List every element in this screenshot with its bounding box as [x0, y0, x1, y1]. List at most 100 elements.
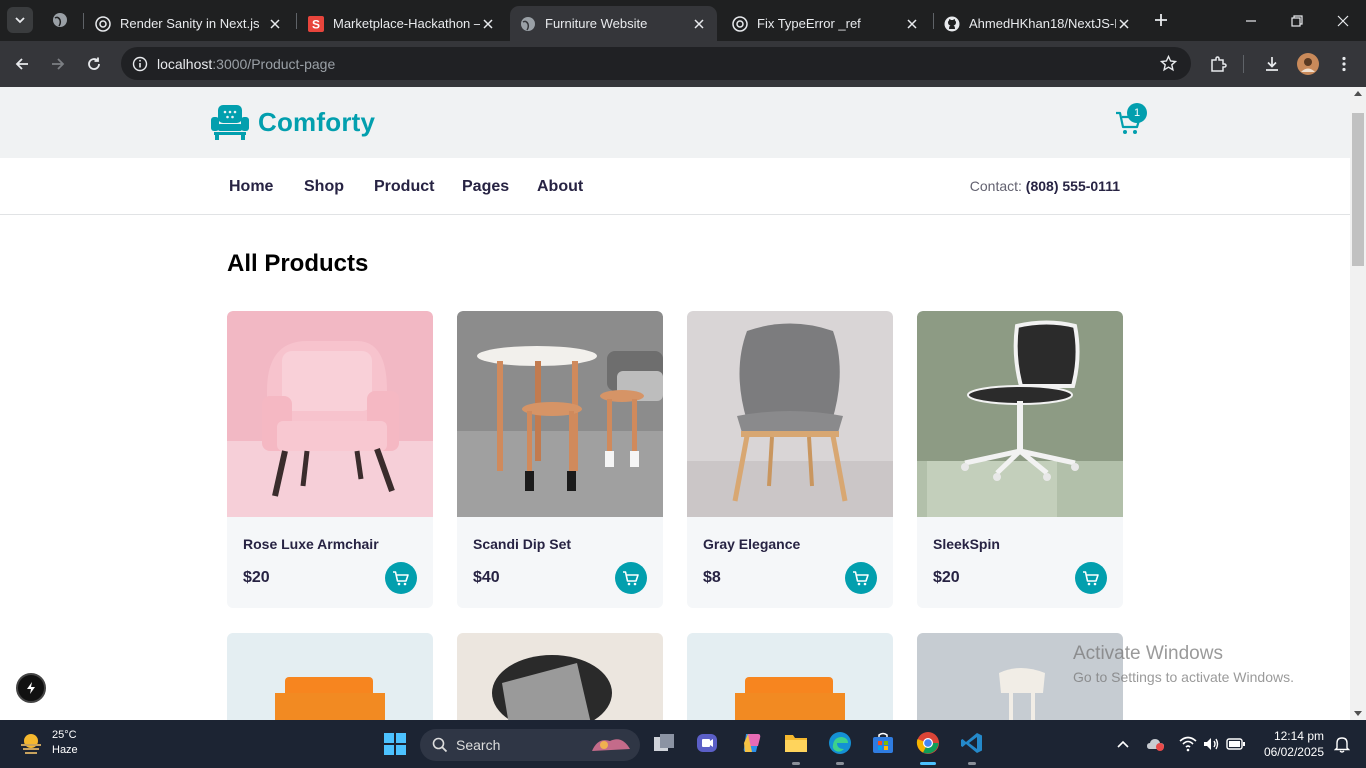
vscode-icon[interactable] [959, 730, 985, 756]
restore-button[interactable] [1274, 0, 1320, 41]
start-button[interactable] [384, 733, 406, 760]
add-to-cart-button[interactable] [615, 562, 647, 594]
nav-home[interactable]: Home [229, 178, 273, 196]
new-tab-button[interactable] [1150, 9, 1172, 31]
page-title: All Products [227, 250, 369, 277]
product-image[interactable] [457, 311, 663, 517]
reload-icon [88, 57, 100, 70]
product-image[interactable] [687, 311, 893, 517]
wifi-icon[interactable] [1178, 734, 1198, 754]
copilot-icon[interactable] [739, 730, 765, 756]
pinned-tab[interactable] [50, 10, 70, 30]
task-view-icon[interactable] [651, 730, 677, 756]
product-image[interactable] [227, 311, 433, 517]
product-card[interactable]: SleekSpin $20 [917, 311, 1123, 608]
notification-bell-icon[interactable] [1332, 734, 1352, 754]
nav-pages[interactable]: Pages [462, 178, 509, 196]
kebab-menu-icon [1342, 56, 1346, 72]
page-scrollbar[interactable] [1350, 87, 1366, 720]
puzzle-icon [1211, 56, 1227, 72]
add-to-cart-button[interactable] [1075, 562, 1107, 594]
reload-button[interactable] [81, 51, 107, 77]
url-host: localhost [157, 55, 213, 72]
scrollbar-thumb[interactable] [1352, 113, 1364, 266]
product-image[interactable] [917, 311, 1123, 517]
meet-app-icon[interactable] [694, 730, 720, 756]
contact-phone: (808) 555-0111 [1025, 178, 1120, 194]
close-icon[interactable] [480, 16, 496, 32]
minimize-button[interactable] [1228, 0, 1274, 41]
contact-info: Contact: (808) 555-0111 [970, 178, 1120, 194]
product-name[interactable]: Rose Luxe Armchair [243, 536, 379, 552]
product-name[interactable]: SleekSpin [933, 536, 1000, 552]
close-icon[interactable] [267, 16, 283, 32]
tab-github[interactable]: AhmedHKhan18/NextJS-D [934, 6, 1142, 41]
search-highlight-icon [592, 739, 630, 751]
scroll-down-arrow-icon[interactable] [1354, 711, 1362, 716]
brand-logo[interactable]: Comforty [210, 103, 375, 141]
tab-marketplace[interactable]: S Marketplace-Hackathon – [298, 6, 506, 41]
taskbar-search-box[interactable]: Search [420, 729, 640, 761]
tab-separator [83, 13, 84, 29]
tab-title: Render Sanity in Next.js [120, 16, 260, 31]
product-image[interactable] [457, 633, 663, 720]
close-icon [1337, 15, 1349, 26]
add-to-cart-button[interactable] [845, 562, 877, 594]
product-image[interactable] [227, 633, 433, 720]
nav-about[interactable]: About [537, 178, 583, 196]
clock-time: 12:14 pm [1273, 729, 1324, 743]
product-card[interactable]: Gray Elegance $8 [687, 311, 893, 608]
product-price: $20 [933, 569, 960, 586]
lightning-icon [27, 682, 35, 694]
tab-furniture-website[interactable]: Furniture Website [510, 6, 717, 41]
scroll-up-arrow-icon[interactable] [1354, 91, 1362, 96]
show-hidden-icons-chevron-icon[interactable] [1113, 734, 1133, 754]
close-icon[interactable] [691, 16, 707, 32]
product-card[interactable]: Rose Luxe Armchair $20 [227, 311, 433, 608]
address-bar[interactable]: localhost:3000/Product-page [121, 47, 1191, 80]
browser-menu-button[interactable] [1331, 51, 1357, 77]
watermark-line2: Go to Settings to activate Windows. [1073, 669, 1294, 685]
tab-separator [296, 13, 297, 29]
product-name[interactable]: Gray Elegance [703, 536, 800, 552]
onedrive-icon[interactable] [1146, 734, 1166, 754]
edge-browser-icon[interactable] [827, 730, 853, 756]
volume-icon[interactable] [1201, 734, 1221, 754]
close-window-button[interactable] [1320, 0, 1366, 41]
weather-condition: Haze [52, 744, 78, 756]
downloads-button[interactable] [1259, 51, 1285, 77]
microsoft-store-icon[interactable] [870, 730, 896, 756]
system-clock[interactable]: 12:14 pm 06/02/2025 [1252, 728, 1324, 760]
weather-widget[interactable]: 25°C Haze [18, 728, 78, 758]
plus-icon [1155, 14, 1167, 26]
product-name[interactable]: Scandi Dip Set [473, 536, 571, 552]
close-icon[interactable] [904, 16, 920, 32]
product-card[interactable]: Scandi Dip Set $40 [457, 311, 663, 608]
forward-button[interactable] [45, 51, 71, 77]
watermark-line1: Activate Windows [1073, 643, 1223, 664]
nextjs-dev-tools-button[interactable] [16, 673, 46, 703]
contact-label: Contact: [969, 178, 1022, 194]
bookmark-star-icon[interactable] [1159, 54, 1178, 77]
tab-search-button[interactable] [7, 7, 33, 33]
product-image[interactable] [687, 633, 893, 720]
nav-product[interactable]: Product [374, 178, 434, 196]
back-button[interactable] [9, 51, 35, 77]
armchair-logo-icon [211, 105, 249, 140]
extensions-button[interactable] [1205, 51, 1231, 77]
avatar-icon [1297, 53, 1319, 75]
nav-shop[interactable]: Shop [304, 178, 344, 196]
close-icon[interactable] [1116, 16, 1132, 32]
profile-avatar[interactable] [1295, 51, 1321, 77]
battery-icon[interactable] [1226, 734, 1246, 754]
site-info-icon[interactable] [123, 56, 157, 72]
clock-date: 06/02/2025 [1263, 745, 1324, 759]
main-nav: Home Shop Product Pages About Contact: (… [0, 158, 1350, 215]
add-to-cart-button[interactable] [385, 562, 417, 594]
tab-fix-typeerror[interactable]: Fix TypeError _ref [722, 6, 930, 41]
tab-render-sanity[interactable]: Render Sanity in Next.js [85, 6, 293, 41]
file-explorer-icon[interactable] [783, 730, 809, 756]
chrome-icon[interactable] [915, 730, 941, 756]
site-header: Comforty 1 [0, 87, 1350, 158]
url-text: localhost:3000/Product-page [157, 56, 335, 72]
